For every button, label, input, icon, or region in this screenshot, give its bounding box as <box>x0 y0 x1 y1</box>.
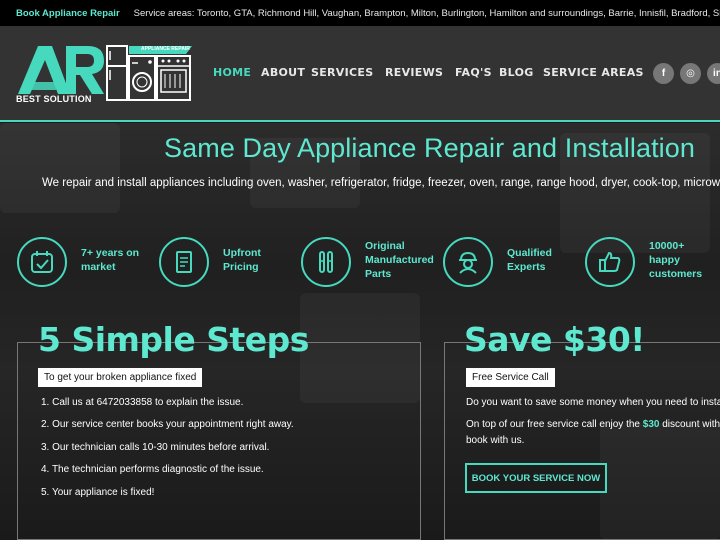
step-item: 3. Our technician calls 10-30 minutes be… <box>41 442 270 453</box>
hero-section: Same Day Appliance Repair and Installati… <box>0 123 720 540</box>
thumbs-up-icon <box>585 237 635 287</box>
step-item: 1. Call us at 6472033858 to explain the … <box>41 397 244 408</box>
instagram-icon[interactable]: ◎ <box>680 63 701 84</box>
topbar-brand[interactable]: Book Appliance Repair <box>16 8 120 19</box>
hero-subtitle: We repair and install appliances includi… <box>42 177 720 189</box>
save-line-1: Do you want to save some money when you … <box>466 397 720 408</box>
calendar-check-icon <box>17 237 67 287</box>
steps-title: 5 Simple Steps <box>38 320 309 359</box>
feature-label-line1: Upfront <box>223 247 261 259</box>
save-title: Save $30! <box>464 320 645 359</box>
feature-label-line2: market <box>81 261 116 273</box>
price-list-icon <box>159 237 209 287</box>
logo-caption: BEST SOLUTION <box>16 94 92 104</box>
feature-label-line3: customers <box>649 268 703 280</box>
step-item: 2. Our service center books your appoint… <box>41 419 294 430</box>
nav-services[interactable]: SERVICES <box>311 66 373 79</box>
feature-label-line1: 7+ years on <box>81 247 140 259</box>
feature-label-line2: Pricing <box>223 261 259 273</box>
discount-amount: $30 <box>642 419 660 430</box>
save-tag: Free Service Call <box>466 368 555 387</box>
tools-icon <box>301 237 351 287</box>
facebook-icon[interactable]: f <box>653 63 674 84</box>
hero-title: Same Day Appliance Repair and Installati… <box>164 133 696 163</box>
top-announcement-bar: Book Appliance Repair Service areas: Tor… <box>0 0 720 26</box>
nav-about[interactable]: ABOUT <box>261 66 305 79</box>
nav-reviews[interactable]: REVIEWS <box>385 66 443 79</box>
site-header: APPLIANCE REPAIR BEST SOLUTION HOME ABOU… <box>0 26 720 122</box>
step-item: 5. Your appliance is fixed! <box>41 487 155 498</box>
nav-home[interactable]: HOME <box>213 66 251 79</box>
steps-tag: To get your broken appliance fixed <box>38 368 203 387</box>
linkedin-icon[interactable]: in <box>707 63 720 84</box>
save-description: Do you want to save some money when you … <box>466 395 720 449</box>
nav-blog[interactable]: BLOG <box>499 66 534 79</box>
site-logo[interactable]: APPLIANCE REPAIR BEST SOLUTION <box>16 42 192 106</box>
feature-label-line1: Qualified <box>507 247 552 259</box>
technician-icon <box>443 237 493 287</box>
save-line-2: On top of our free service call enjoy th… <box>466 419 720 430</box>
feature-label-line1: Original <box>365 240 405 252</box>
service-areas-text: Service areas: Toronto, GTA, Richmond Hi… <box>133 7 720 19</box>
step-item: 4. The technician performs diagnostic of… <box>41 464 264 475</box>
feature-label-line2: Experts <box>507 261 546 273</box>
book-service-button[interactable]: BOOK YOUR SERVICE NOW <box>465 463 607 493</box>
logo-tagline: APPLIANCE REPAIR <box>141 46 190 52</box>
feature-label-line2: happy <box>649 254 680 266</box>
feature-label-line1: 10000+ <box>649 240 685 252</box>
nav-service-areas[interactable]: SERVICE AREAS <box>543 66 644 79</box>
feature-label-line2: Manufactured <box>365 254 434 266</box>
feature-label-line3: Parts <box>365 268 392 280</box>
nav-faqs[interactable]: FAQ'S <box>455 66 492 79</box>
save-line-3: book with us. <box>466 435 525 446</box>
